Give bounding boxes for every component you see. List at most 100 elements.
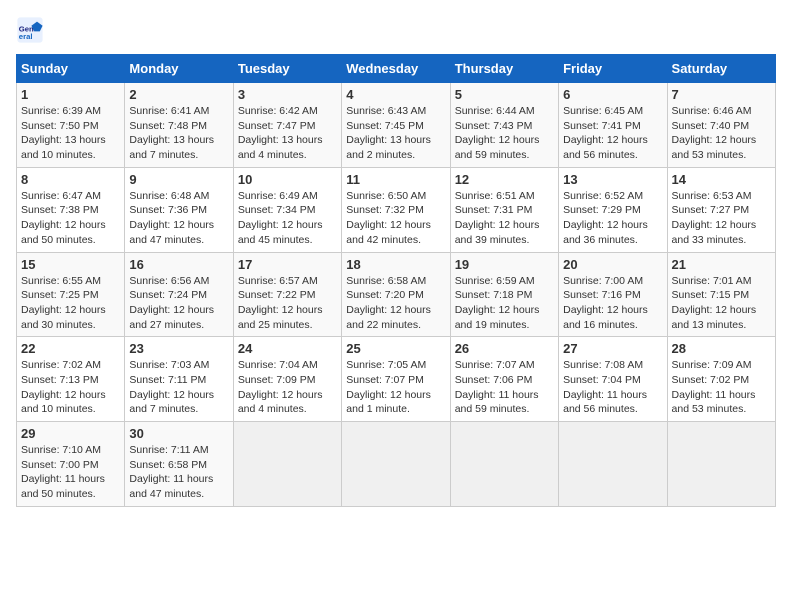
calendar-cell: 18Sunrise: 6:58 AMSunset: 7:20 PMDayligh… xyxy=(342,252,450,337)
calendar-cell: 14 Sunrise: 6:53 AMSunset: 7:27 PMDayligh… xyxy=(667,167,775,252)
day-number: 30 xyxy=(129,426,228,441)
day-number: 25 xyxy=(346,341,445,356)
calendar-cell: 6 Sunrise: 6:45 AMSunset: 7:41 PMDaylight… xyxy=(559,83,667,168)
header-friday: Friday xyxy=(559,55,667,83)
svg-text:eral: eral xyxy=(19,32,33,41)
day-number: 10 xyxy=(238,172,337,187)
day-number: 20 xyxy=(563,257,662,272)
day-info: Sunrise: 6:42 AMSunset: 7:47 PMDaylight:… xyxy=(238,104,337,163)
calendar-week-2: 8Sunrise: 6:47 AMSunset: 7:38 PMDaylight… xyxy=(17,167,776,252)
day-info: Sunrise: 7:01 AMSunset: 7:15 PMDaylight:… xyxy=(672,274,771,333)
header-thursday: Thursday xyxy=(450,55,558,83)
header-monday: Monday xyxy=(125,55,233,83)
day-number: 22 xyxy=(21,341,120,356)
day-info: Sunrise: 6:48 AMSunset: 7:36 PMDaylight:… xyxy=(129,189,228,248)
day-number: 17 xyxy=(238,257,337,272)
calendar-cell: 7 Sunrise: 6:46 AMSunset: 7:40 PMDaylight… xyxy=(667,83,775,168)
day-number: 19 xyxy=(455,257,554,272)
day-number: 11 xyxy=(346,172,445,187)
calendar-cell: 11 Sunrise: 6:50 AMSunset: 7:32 PMDayligh… xyxy=(342,167,450,252)
day-info: Sunrise: 6:45 AMSunset: 7:41 PMDaylight:… xyxy=(563,104,662,163)
day-info: Sunrise: 6:41 AMSunset: 7:48 PMDaylight:… xyxy=(129,104,228,163)
calendar-cell xyxy=(342,422,450,507)
day-number: 13 xyxy=(563,172,662,187)
day-number: 29 xyxy=(21,426,120,441)
day-number: 28 xyxy=(672,341,771,356)
day-number: 6 xyxy=(563,87,662,102)
calendar-cell: 25 Sunrise: 7:05 AMSunset: 7:07 PMDayligh… xyxy=(342,337,450,422)
day-info: Sunrise: 7:02 AMSunset: 7:13 PMDaylight:… xyxy=(21,358,120,417)
day-number: 7 xyxy=(672,87,771,102)
day-number: 4 xyxy=(346,87,445,102)
day-number: 5 xyxy=(455,87,554,102)
header-saturday: Saturday xyxy=(667,55,775,83)
header-tuesday: Tuesday xyxy=(233,55,341,83)
day-info: Sunrise: 6:50 AMSunset: 7:32 PMDaylight:… xyxy=(346,189,445,248)
calendar-cell: 24 Sunrise: 7:04 AMSunset: 7:09 PMDayligh… xyxy=(233,337,341,422)
calendar-cell: 5 Sunrise: 6:44 AMSunset: 7:43 PMDaylight… xyxy=(450,83,558,168)
day-number: 21 xyxy=(672,257,771,272)
calendar-cell: 10 Sunrise: 6:49 AMSunset: 7:34 PMDayligh… xyxy=(233,167,341,252)
calendar-cell xyxy=(450,422,558,507)
calendar-cell: 1Sunrise: 6:39 AMSunset: 7:50 PMDaylight… xyxy=(17,83,125,168)
day-info: Sunrise: 6:56 AMSunset: 7:24 PMDaylight:… xyxy=(129,274,228,333)
header-sunday: Sunday xyxy=(17,55,125,83)
day-info: Sunrise: 7:05 AMSunset: 7:07 PMDaylight:… xyxy=(346,358,445,417)
calendar-cell xyxy=(233,422,341,507)
calendar-cell: 2 Sunrise: 6:41 AMSunset: 7:48 PMDaylight… xyxy=(125,83,233,168)
day-info: Sunrise: 7:07 AMSunset: 7:06 PMDaylight:… xyxy=(455,358,554,417)
calendar-cell: 3Sunrise: 6:42 AMSunset: 7:47 PMDaylight… xyxy=(233,83,341,168)
day-info: Sunrise: 6:47 AMSunset: 7:38 PMDaylight:… xyxy=(21,189,120,248)
day-number: 16 xyxy=(129,257,228,272)
calendar-cell: 8Sunrise: 6:47 AMSunset: 7:38 PMDaylight… xyxy=(17,167,125,252)
calendar-cell: 19 Sunrise: 6:59 AMSunset: 7:18 PMDayligh… xyxy=(450,252,558,337)
header: Gen eral xyxy=(16,16,776,44)
logo-icon: Gen eral xyxy=(16,16,44,44)
day-info: Sunrise: 6:43 AMSunset: 7:45 PMDaylight:… xyxy=(346,104,445,163)
calendar-cell: 4 Sunrise: 6:43 AMSunset: 7:45 PMDaylight… xyxy=(342,83,450,168)
day-info: Sunrise: 6:44 AMSunset: 7:43 PMDaylight:… xyxy=(455,104,554,163)
calendar-cell: 17 Sunrise: 6:57 AMSunset: 7:22 PMDayligh… xyxy=(233,252,341,337)
day-number: 24 xyxy=(238,341,337,356)
calendar-cell: 23 Sunrise: 7:03 AMSunset: 7:11 PMDayligh… xyxy=(125,337,233,422)
logo: Gen eral xyxy=(16,16,48,44)
day-info: Sunrise: 6:55 AMSunset: 7:25 PMDaylight:… xyxy=(21,274,120,333)
day-info: Sunrise: 7:09 AMSunset: 7:02 PMDaylight:… xyxy=(672,358,771,417)
calendar-cell: 30 Sunrise: 7:11 AMSunset: 6:58 PMDayligh… xyxy=(125,422,233,507)
calendar-cell: 26 Sunrise: 7:07 AMSunset: 7:06 PMDayligh… xyxy=(450,337,558,422)
day-info: Sunrise: 6:59 AMSunset: 7:18 PMDaylight:… xyxy=(455,274,554,333)
day-number: 14 xyxy=(672,172,771,187)
calendar: SundayMondayTuesdayWednesdayThursdayFrid… xyxy=(16,54,776,507)
day-number: 12 xyxy=(455,172,554,187)
day-info: Sunrise: 7:04 AMSunset: 7:09 PMDaylight:… xyxy=(238,358,337,417)
day-info: Sunrise: 7:03 AMSunset: 7:11 PMDaylight:… xyxy=(129,358,228,417)
day-number: 23 xyxy=(129,341,228,356)
day-number: 2 xyxy=(129,87,228,102)
day-number: 1 xyxy=(21,87,120,102)
calendar-cell: 12 Sunrise: 6:51 AMSunset: 7:31 PMDayligh… xyxy=(450,167,558,252)
calendar-header-row: SundayMondayTuesdayWednesdayThursdayFrid… xyxy=(17,55,776,83)
calendar-cell: 27Sunrise: 7:08 AMSunset: 7:04 PMDayligh… xyxy=(559,337,667,422)
calendar-cell xyxy=(559,422,667,507)
day-info: Sunrise: 6:49 AMSunset: 7:34 PMDaylight:… xyxy=(238,189,337,248)
day-number: 9 xyxy=(129,172,228,187)
calendar-cell: 28 Sunrise: 7:09 AMSunset: 7:02 PMDayligh… xyxy=(667,337,775,422)
calendar-week-3: 15Sunrise: 6:55 AMSunset: 7:25 PMDayligh… xyxy=(17,252,776,337)
day-info: Sunrise: 6:51 AMSunset: 7:31 PMDaylight:… xyxy=(455,189,554,248)
calendar-cell: 9 Sunrise: 6:48 AMSunset: 7:36 PMDaylight… xyxy=(125,167,233,252)
day-number: 26 xyxy=(455,341,554,356)
calendar-cell: 29Sunrise: 7:10 AMSunset: 7:00 PMDayligh… xyxy=(17,422,125,507)
day-info: Sunrise: 6:57 AMSunset: 7:22 PMDaylight:… xyxy=(238,274,337,333)
day-info: Sunrise: 6:58 AMSunset: 7:20 PMDaylight:… xyxy=(346,274,445,333)
day-info: Sunrise: 6:46 AMSunset: 7:40 PMDaylight:… xyxy=(672,104,771,163)
day-info: Sunrise: 7:11 AMSunset: 6:58 PMDaylight:… xyxy=(129,443,228,502)
calendar-week-5: 29Sunrise: 7:10 AMSunset: 7:00 PMDayligh… xyxy=(17,422,776,507)
calendar-week-4: 22 Sunrise: 7:02 AMSunset: 7:13 PMDayligh… xyxy=(17,337,776,422)
calendar-cell: 13Sunrise: 6:52 AMSunset: 7:29 PMDayligh… xyxy=(559,167,667,252)
calendar-cell xyxy=(667,422,775,507)
day-info: Sunrise: 7:00 AMSunset: 7:16 PMDaylight:… xyxy=(563,274,662,333)
header-wednesday: Wednesday xyxy=(342,55,450,83)
calendar-cell: 16 Sunrise: 6:56 AMSunset: 7:24 PMDayligh… xyxy=(125,252,233,337)
day-info: Sunrise: 6:53 AMSunset: 7:27 PMDaylight:… xyxy=(672,189,771,248)
calendar-cell: 21 Sunrise: 7:01 AMSunset: 7:15 PMDayligh… xyxy=(667,252,775,337)
